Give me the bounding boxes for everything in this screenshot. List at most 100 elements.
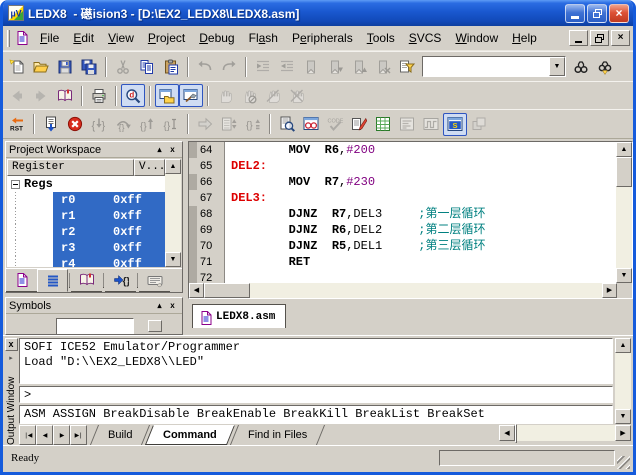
project-window-button[interactable] xyxy=(155,84,179,107)
mdi-restore-button[interactable] xyxy=(590,30,609,46)
panel-pin-icon[interactable]: ▴ xyxy=(153,300,166,312)
code-line[interactable]: 72 xyxy=(189,270,616,283)
scroll-track[interactable] xyxy=(165,174,181,252)
tree-collapse-icon[interactable] xyxy=(11,180,20,189)
redo-button[interactable] xyxy=(217,55,241,78)
register-row-r1[interactable]: r10xff xyxy=(7,208,165,224)
disable-breakpoints-button[interactable] xyxy=(285,84,309,107)
code-line[interactable]: 69 DJNZ R6,DEL2 ;第二层循环 xyxy=(189,222,616,238)
registers-scrollbar[interactable]: ▲ ▼ xyxy=(165,159,181,267)
menu-peripherals[interactable]: Peripherals xyxy=(285,29,360,47)
scroll-left-icon[interactable]: ◀ xyxy=(189,283,204,298)
source-code[interactable]: 64 MOV R6,#20065DEL2:66 MOV R7,#23067DEL… xyxy=(189,142,616,283)
print-button[interactable] xyxy=(87,84,111,107)
register-column-header[interactable]: Register xyxy=(7,159,134,176)
tab-scroll-first-icon[interactable]: ❘◀ xyxy=(19,425,36,445)
editor-gutter[interactable]: 67 xyxy=(189,190,225,206)
editor-vertical-scrollbar[interactable]: ▲ ▼ xyxy=(616,142,632,283)
scroll-down-icon[interactable]: ▼ xyxy=(616,268,632,283)
mdi-close-button[interactable]: × xyxy=(611,30,630,46)
watch-window-button[interactable] xyxy=(299,113,323,136)
cut-button[interactable] xyxy=(111,55,135,78)
editor-gutter[interactable]: 69 xyxy=(189,222,225,238)
next-bookmark-button[interactable] xyxy=(323,55,347,78)
code-coverage-button[interactable]: CODE xyxy=(323,113,347,136)
scroll-up-icon[interactable]: ▲ xyxy=(616,142,632,157)
menu-help[interactable]: Help xyxy=(505,29,544,47)
incremental-find-button[interactable] xyxy=(593,55,617,78)
scroll-right-icon[interactable]: ▶ xyxy=(615,425,631,441)
editor-gutter[interactable]: 64 xyxy=(189,142,225,158)
nav-forward-button[interactable] xyxy=(29,84,53,107)
scroll-thumb[interactable] xyxy=(616,157,632,187)
step-out-button[interactable]: {} xyxy=(135,113,159,136)
unindent-button[interactable] xyxy=(275,55,299,78)
command-input-line[interactable]: > xyxy=(19,386,613,403)
output-scrollbar[interactable]: ▲ ▼ xyxy=(615,338,631,424)
copy-button[interactable] xyxy=(135,55,159,78)
paste-button[interactable] xyxy=(159,55,183,78)
step-into-button[interactable]: {} xyxy=(87,113,111,136)
document-icon[interactable] xyxy=(14,30,30,46)
output-log[interactable]: SOFI ICE52 Emulator/ProgrammerLoad "D:\\… xyxy=(19,338,613,384)
code-line[interactable]: 70 DJNZ R5,DEL1 ;第三层循环 xyxy=(189,238,616,254)
menu-view[interactable]: View xyxy=(101,29,141,47)
panel-pin-icon[interactable]: ▴ xyxy=(153,144,166,156)
editor-horizontal-scrollbar[interactable]: ◀ ▶ xyxy=(189,283,617,298)
books-tab[interactable] xyxy=(71,269,102,292)
enable-breakpoint-button[interactable] xyxy=(261,84,285,107)
tab-scroll-next-icon[interactable]: ▶ xyxy=(53,425,70,445)
reset-cpu-button[interactable]: RST xyxy=(5,113,29,136)
find-combo-input[interactable] xyxy=(423,58,549,75)
register-row-r4[interactable]: r40xff xyxy=(7,256,165,267)
save-button[interactable] xyxy=(53,55,77,78)
registers-tab[interactable] xyxy=(37,269,68,292)
toolbox-button[interactable] xyxy=(467,113,491,136)
mdi-minimize-button[interactable] xyxy=(569,30,588,46)
indent-button[interactable] xyxy=(251,55,275,78)
resize-grip[interactable] xyxy=(617,456,630,469)
output-horizontal-scrollbar[interactable]: ◀ ▶ xyxy=(499,425,631,441)
functions-tab[interactable]: {} xyxy=(105,269,136,292)
menu-window[interactable]: Window xyxy=(448,29,505,47)
books-button[interactable] xyxy=(53,84,77,107)
symbols-titlebar[interactable]: Symbols ▴ x xyxy=(6,298,182,314)
code-line[interactable]: 71 RET xyxy=(189,254,616,270)
scroll-track[interactable] xyxy=(515,425,615,441)
reg-window-button[interactable] xyxy=(217,113,241,136)
debug-session-button[interactable]: d xyxy=(121,84,145,107)
restore-button[interactable] xyxy=(587,4,607,23)
panel-close-icon[interactable]: x xyxy=(166,144,179,156)
register-row-r2[interactable]: r20xff xyxy=(7,224,165,240)
output-window-button[interactable] xyxy=(179,84,203,107)
kill-breakpoints-button[interactable] xyxy=(237,84,261,107)
show-next-statement-button[interactable] xyxy=(193,113,217,136)
clear-bookmarks-button[interactable] xyxy=(371,55,395,78)
combo-dropdown-icon[interactable]: ▼ xyxy=(549,57,565,76)
close-button[interactable]: × xyxy=(609,4,629,23)
editor-gutter[interactable]: 66 xyxy=(189,174,225,190)
output-close-icon[interactable]: x xyxy=(5,338,18,351)
disassembly-button[interactable] xyxy=(275,113,299,136)
nav-back-button[interactable] xyxy=(5,84,29,107)
tab-build[interactable]: Build xyxy=(90,425,151,445)
run-to-cursor-button[interactable]: {} xyxy=(159,113,183,136)
files-tab[interactable] xyxy=(6,269,37,292)
memory-window-button[interactable] xyxy=(371,113,395,136)
toggle-breakpoint-button[interactable] xyxy=(213,84,237,107)
menu-flash[interactable]: Flash xyxy=(242,29,285,47)
minimize-button[interactable] xyxy=(565,4,585,23)
menu-debug[interactable]: Debug xyxy=(192,29,241,47)
call-stack-button[interactable]: {} xyxy=(241,113,265,136)
open-folder-button[interactable] xyxy=(29,55,53,78)
tab-find-in-files[interactable]: Find in Files xyxy=(230,425,325,445)
code-line[interactable]: 65DEL2: xyxy=(189,158,616,174)
scroll-thumb[interactable] xyxy=(515,424,517,443)
menu-svcs[interactable]: SVCS xyxy=(402,29,449,47)
code-line[interactable]: 68 DJNZ R7,DEL3 ;第一层循环 xyxy=(189,206,616,222)
run-button[interactable] xyxy=(39,113,63,136)
step-over-button[interactable]: {} xyxy=(111,113,135,136)
tab-ledx8-asm[interactable]: LEDX8.asm xyxy=(192,304,286,328)
editor-gutter[interactable]: 65 xyxy=(189,158,225,174)
halt-button[interactable] xyxy=(63,113,87,136)
